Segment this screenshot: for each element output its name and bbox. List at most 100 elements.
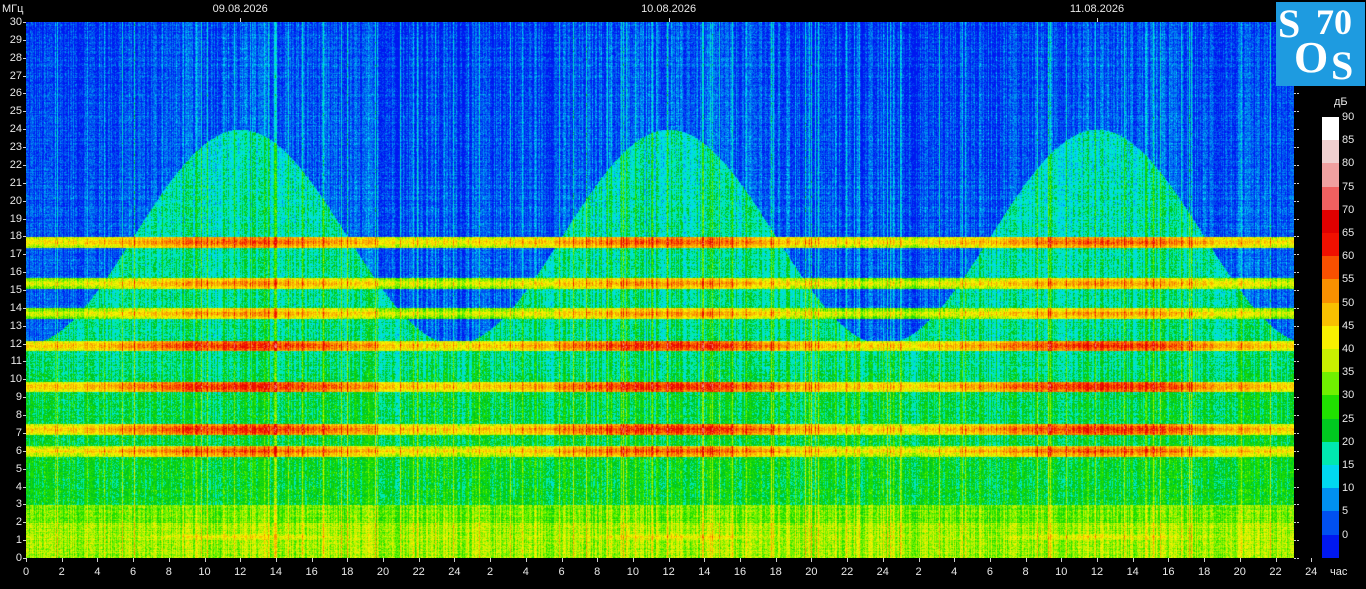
y-tick-label: 10 [9,373,22,386]
y-tick-mark-right [1294,558,1300,559]
x-tick-mark [704,558,706,562]
x-tick-mark [275,558,277,562]
y-tick-mark-left [23,236,26,238]
y-tick-mark-left [23,522,26,524]
y-tick-mark-left [23,147,26,149]
y-tick-mark-left [23,200,26,202]
y-tick-label: 9 [15,391,22,404]
y-tick-mark-right [1294,415,1300,417]
y-tick-mark-right [1294,129,1300,131]
y-tick-label: 11 [10,355,22,368]
y-tick-label: 13 [9,319,22,332]
y-tick-mark-left [23,325,26,327]
x-tick-label: 14 [698,566,711,578]
y-tick-mark-right [1294,486,1300,488]
colorbar-swatch [1322,441,1339,465]
y-tick-mark-left [23,75,26,77]
y-tick-mark-left [23,93,26,95]
colorbar-swatch [1322,465,1339,489]
colorbar-tick-label: 20 [1342,435,1355,448]
x-tick-label: 2 [487,566,494,578]
y-tick-label: 27 [9,69,22,82]
x-tick-mark [97,558,99,562]
x-tick-label: 24 [1305,566,1318,578]
colorbar-tick-label: 40 [1342,343,1355,355]
x-tick-label: 12 [662,566,675,578]
x-tick-label: 2 [915,566,922,578]
y-tick-mark-left [23,504,26,506]
spectrogram-chart: 0 1 2 3 4 5 6 7 8 9 10 11 12 13 14 15 16 17 18 19 20 21 22 23 24… [0,0,1366,589]
colorbar-swatch [1322,511,1339,535]
y-tick-label: 3 [15,498,22,511]
y-tick-label: 28 [9,51,22,64]
colorbar-tick-label: 55 [1342,273,1355,286]
y-tick-label: 2 [15,516,22,529]
y-tick-label: 22 [9,158,22,171]
x-tick-label: 22 [412,566,425,578]
x-tick-label: 4 [951,566,958,578]
y-tick-mark-right [1294,236,1300,238]
x-tick-label: 10 [198,566,211,578]
x-tick-mark [775,558,777,562]
y-tick-mark-right [1294,182,1300,184]
x-tick-mark [490,558,492,562]
y-tick-label: 7 [15,426,22,439]
y-tick-mark-right [1294,325,1300,327]
x-tick-mark [168,558,170,562]
colorbar-tick-label: 30 [1342,389,1355,402]
colorbar-tick-label: 65 [1342,227,1355,239]
colorbar-tick-label: 15 [1342,459,1355,471]
x-tick-label: 18 [341,566,354,578]
y-tick-mark-left [23,307,26,309]
y-tick-mark-right [1294,504,1300,506]
colorbar-swatch [1322,534,1339,558]
x-tick-label: 4 [94,566,101,578]
x-tick-label: 20 [376,566,390,578]
y-tick-mark-left [23,22,26,23]
colorbar-swatch [1322,349,1339,373]
colorbar-unit: дБ [1334,96,1348,108]
x-tick-label: 2 [58,566,65,578]
y-tick-label: 29 [9,33,22,46]
x-tick-mark [632,558,634,562]
x-axis-unit: час [1330,566,1348,578]
y-tick-mark-left [23,164,26,166]
x-tick-mark [918,558,920,562]
y-tick-mark-left [23,182,26,184]
x-tick-mark [847,558,849,562]
x-tick-mark [525,558,527,562]
y-tick-mark-left [23,218,26,220]
x-tick-mark [668,558,670,562]
y-tick-label: 23 [9,141,22,154]
x-tick-label: 14 [269,566,283,578]
x-tick-mark [240,558,242,562]
colorbar-swatch [1322,140,1339,164]
colorbar-swatch [1322,163,1339,187]
y-tick-label: 18 [9,230,22,243]
colorbar-tick-label: 5 [1342,505,1349,518]
y-tick-label: 12 [9,337,22,350]
y-tick-mark-right [1294,432,1300,434]
spectrogram-heatmap [26,22,1294,558]
colorbar-tick-label: 70 [1342,203,1355,216]
x-tick-label: 18 [1197,566,1211,578]
x-tick-label: 24 [876,566,889,578]
x-tick-label: 10 [626,566,640,578]
colorbar-tick-label: 85 [1342,134,1355,147]
x-tick-label: 0 [22,566,30,578]
date-tick-mark [1097,18,1098,22]
colorbar-tick-label: 75 [1342,180,1355,193]
y-tick-mark-right [1294,361,1300,363]
x-tick-mark [1097,558,1098,562]
x-tick-mark [204,558,206,562]
date-label: 09.08.2026 [212,3,268,15]
y-tick-mark-right [1294,164,1300,166]
y-axis-unit: МГц [2,3,24,15]
y-tick-mark-left [23,272,26,274]
y-tick-label: 30 [9,16,22,28]
colorbar-tick-label: 0 [1342,528,1349,541]
x-tick-mark [811,558,813,562]
colorbar-swatch [1322,302,1339,326]
x-tick-mark [954,558,956,562]
x-tick-label: 24 [448,566,461,578]
